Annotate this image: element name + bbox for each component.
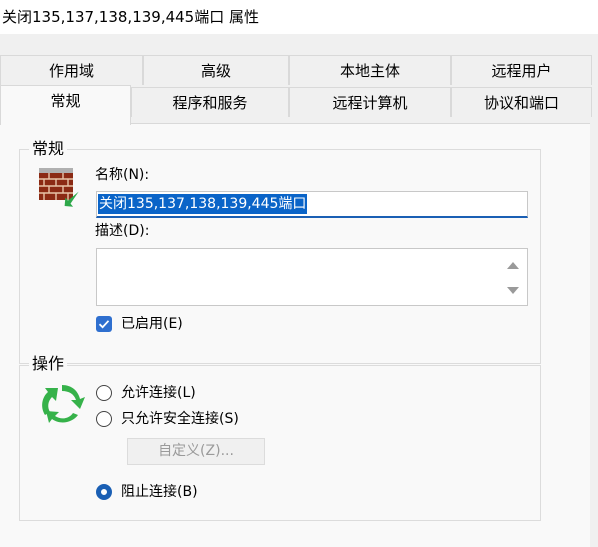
- customize-button[interactable]: 自定义(Z)...: [127, 438, 265, 465]
- tab-local-principals[interactable]: 本地主体: [289, 55, 451, 85]
- block-connection-label: 阻止连接(B): [121, 484, 198, 500]
- tab-protocols-ports[interactable]: 协议和端口: [451, 87, 592, 117]
- tab-general[interactable]: 常规: [0, 85, 131, 125]
- scroll-up-icon[interactable]: [507, 262, 519, 269]
- allow-secure-connection-radio[interactable]: [96, 411, 112, 427]
- name-field[interactable]: 关闭135,137,138,139,445端口: [96, 191, 528, 218]
- scroll-down-icon[interactable]: [507, 287, 519, 294]
- allow-connection-radio[interactable]: [96, 385, 112, 401]
- name-label: 名称(N):: [95, 167, 150, 183]
- window-title: 关闭135,137,138,139,445端口 属性: [0, 0, 598, 34]
- enabled-label: 已启用(E): [121, 316, 183, 332]
- tab-programs-services[interactable]: 程序和服务: [131, 87, 289, 117]
- general-group-title: 常规: [29, 139, 68, 159]
- block-connection-radio[interactable]: [96, 484, 112, 500]
- action-group-title: 操作: [29, 354, 68, 374]
- tab-scope[interactable]: 作用域: [0, 55, 143, 85]
- allow-connection-label: 允许连接(L): [121, 385, 196, 401]
- tab-remote-computers[interactable]: 远程计算机: [289, 87, 451, 117]
- firewall-icon: [39, 168, 79, 207]
- checkmark-icon: [98, 320, 110, 329]
- name-field-value: 关闭135,137,138,139,445端口: [98, 194, 308, 214]
- description-label: 描述(D):: [95, 223, 150, 239]
- allow-secure-connection-label: 只允许安全连接(S): [121, 411, 239, 427]
- green-arrows-cycle-icon: [42, 385, 85, 423]
- tab-remote-users[interactable]: 远程用户: [451, 55, 592, 85]
- tab-panel-general: 常规 名称(N): 关闭135,137,138,139,445端口 描述(D):…: [0, 123, 590, 547]
- description-field[interactable]: [96, 248, 528, 306]
- tab-advanced[interactable]: 高级: [143, 55, 289, 85]
- enabled-checkbox[interactable]: [96, 316, 112, 332]
